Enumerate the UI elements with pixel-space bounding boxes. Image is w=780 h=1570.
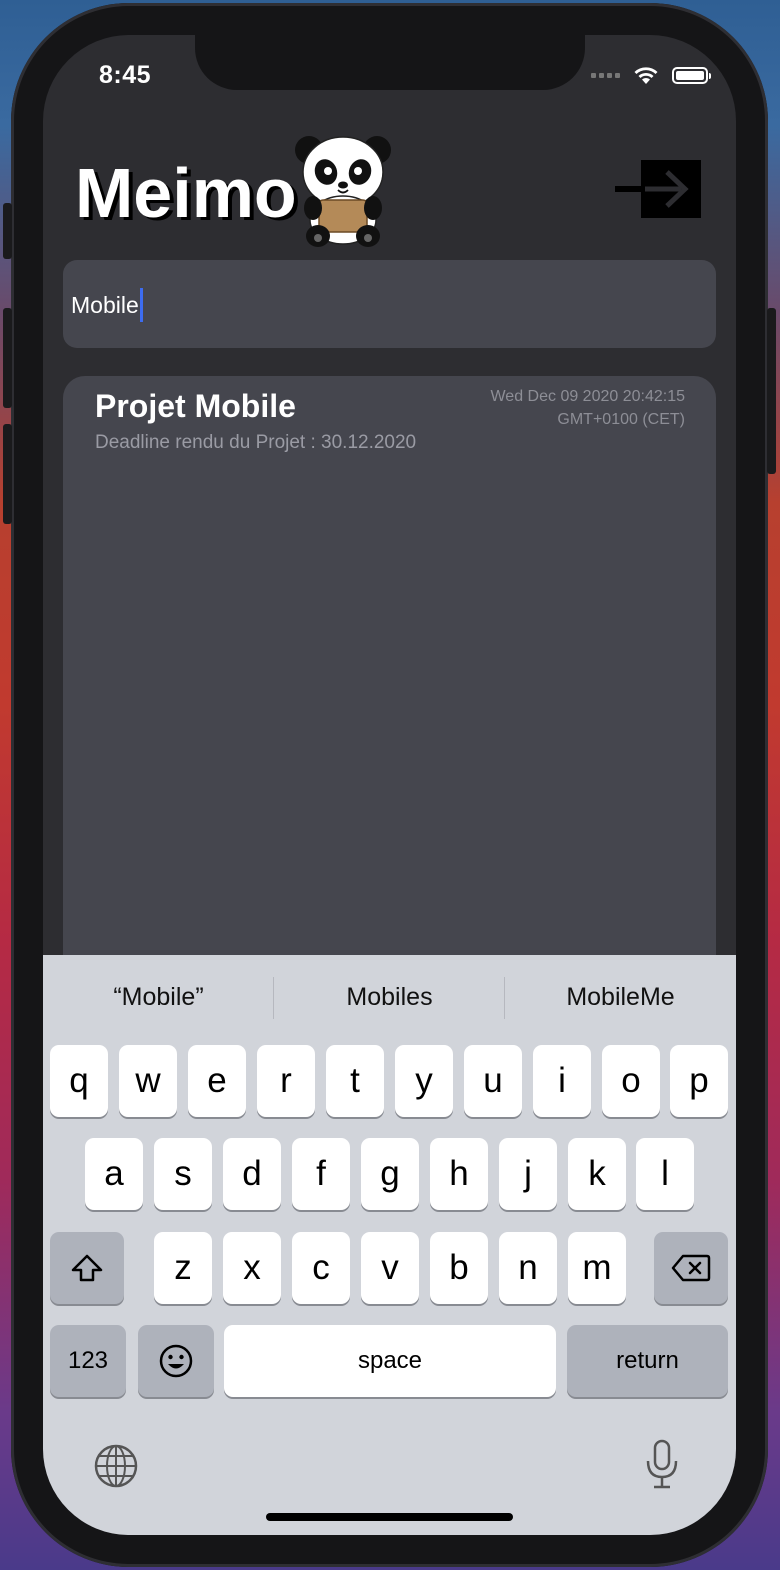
key-z[interactable]: z <box>154 1232 212 1304</box>
search-field[interactable]: Mobile <box>63 260 716 348</box>
space-key[interactable]: space <box>224 1325 556 1397</box>
suggestion-1[interactable]: “Mobile” <box>43 955 274 1040</box>
note-timestamp: Wed Dec 09 2020 20:42:15 GMT+0100 (CET) <box>445 385 685 431</box>
key-r[interactable]: r <box>257 1045 315 1117</box>
key-c[interactable]: c <box>292 1232 350 1304</box>
globe-icon[interactable] <box>93 1443 139 1489</box>
key-o[interactable]: o <box>602 1045 660 1117</box>
key-i[interactable]: i <box>533 1045 591 1117</box>
key-q[interactable]: q <box>50 1045 108 1117</box>
logout-icon[interactable] <box>615 160 705 218</box>
app-logo-text: Meimo <box>75 154 297 232</box>
note-date-line2: GMT+0100 (CET) <box>557 411 685 428</box>
key-m[interactable]: m <box>568 1232 626 1304</box>
emoji-key[interactable] <box>138 1325 214 1397</box>
shift-icon <box>71 1254 103 1282</box>
text-caret <box>139 288 143 322</box>
side-button-power <box>767 308 776 474</box>
key-j[interactable]: j <box>499 1138 557 1210</box>
shift-key[interactable] <box>50 1232 124 1304</box>
key-e[interactable]: e <box>188 1045 246 1117</box>
key-u[interactable]: u <box>464 1045 522 1117</box>
suggestion-bar: “Mobile” Mobiles MobileMe <box>43 955 736 1040</box>
side-button-volume-down <box>3 424 12 524</box>
battery-icon <box>672 66 711 84</box>
note-card[interactable]: Projet Mobile Deadline rendu du Projet :… <box>63 376 716 1016</box>
emoji-icon <box>159 1344 193 1378</box>
key-t[interactable]: t <box>326 1045 384 1117</box>
status-time: 8:45 <box>99 61 152 89</box>
note-description: Deadline rendu du Projet : 30.12.2020 <box>95 432 417 453</box>
key-d[interactable]: d <box>223 1138 281 1210</box>
key-p[interactable]: p <box>670 1045 728 1117</box>
keyboard: “Mobile” Mobiles MobileMe q w e r t y u … <box>43 955 736 1535</box>
search-input[interactable]: Mobile <box>71 288 143 324</box>
cellular-signal-icon <box>591 72 620 78</box>
side-button-volume-up <box>3 308 12 408</box>
key-x[interactable]: x <box>223 1232 281 1304</box>
key-w[interactable]: w <box>119 1045 177 1117</box>
status-indicators <box>591 65 711 85</box>
return-key[interactable]: return <box>567 1325 728 1397</box>
delete-icon <box>671 1254 711 1282</box>
home-indicator[interactable] <box>266 1513 513 1521</box>
search-value-text: Mobile <box>71 292 139 319</box>
side-button-mute <box>3 203 12 259</box>
app-screen: 8:45 Meimo Mobile Projet Mobile Deadline… <box>43 35 736 1535</box>
notch <box>195 35 585 90</box>
note-date-line1: Wed Dec 09 2020 20:42:15 <box>490 388 685 405</box>
note-title: Projet Mobile <box>95 388 296 424</box>
key-b[interactable]: b <box>430 1232 488 1304</box>
key-h[interactable]: h <box>430 1138 488 1210</box>
key-s[interactable]: s <box>154 1138 212 1210</box>
key-a[interactable]: a <box>85 1138 143 1210</box>
key-y[interactable]: y <box>395 1045 453 1117</box>
microphone-icon[interactable] <box>644 1439 680 1491</box>
wifi-icon <box>634 67 658 84</box>
key-n[interactable]: n <box>499 1232 557 1304</box>
delete-key[interactable] <box>654 1232 728 1304</box>
panda-logo <box>295 136 391 247</box>
key-f[interactable]: f <box>292 1138 350 1210</box>
suggestion-3[interactable]: MobileMe <box>505 955 736 1040</box>
key-v[interactable]: v <box>361 1232 419 1304</box>
key-l[interactable]: l <box>636 1138 694 1210</box>
suggestion-2[interactable]: Mobiles <box>274 955 505 1040</box>
key-k[interactable]: k <box>568 1138 626 1210</box>
numbers-key[interactable]: 123 <box>50 1325 126 1397</box>
key-g[interactable]: g <box>361 1138 419 1210</box>
